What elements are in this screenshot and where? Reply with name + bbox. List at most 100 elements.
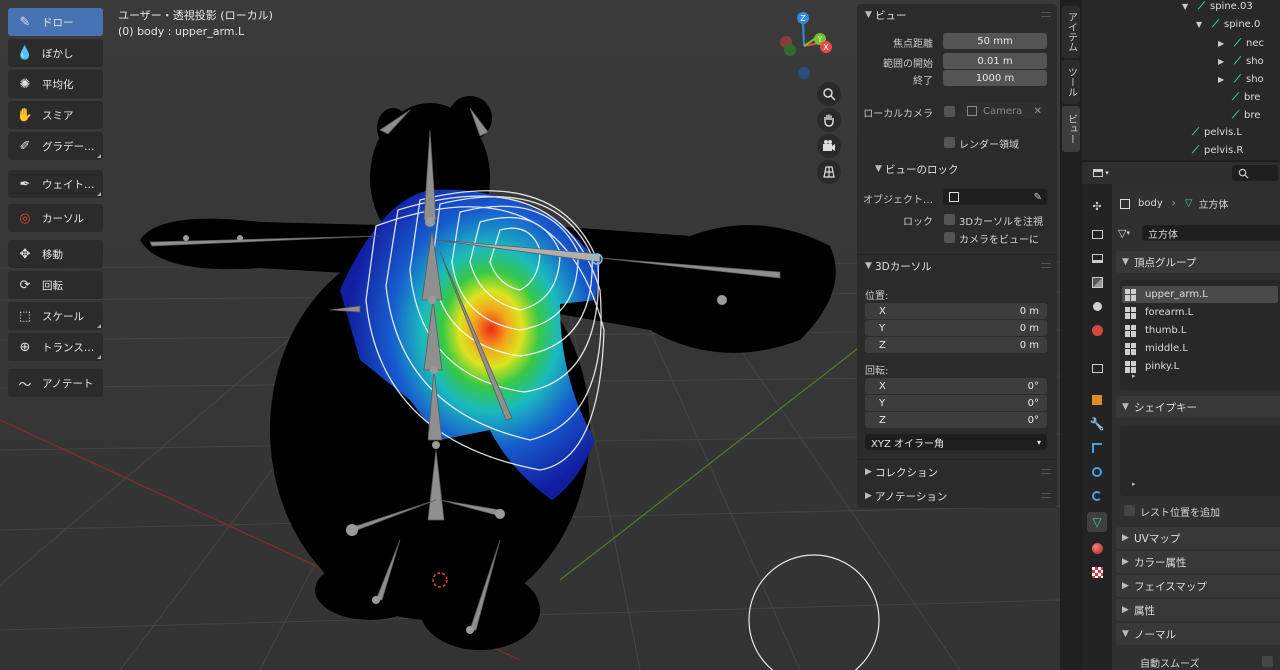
tab-object[interactable]: [1087, 390, 1107, 410]
tab-material[interactable]: [1087, 538, 1107, 558]
list-expand-icon[interactable]: ▸: [1132, 480, 1136, 488]
outliner-row[interactable]: ⟋ bre: [1232, 88, 1260, 106]
vertex-group-item[interactable]: forearm.L: [1122, 304, 1278, 321]
mesh-data-icon: ▽: [1092, 515, 1102, 529]
tool-0[interactable]: ✎ ドロー: [8, 8, 103, 36]
tool-7[interactable]: ✥ 移動: [8, 240, 103, 268]
tab-view-layer[interactable]: [1087, 272, 1107, 292]
add-rest-position-checkbox[interactable]: [1124, 505, 1135, 516]
shape-key-list[interactable]: ▸: [1120, 426, 1280, 496]
outliner-row[interactable]: ▶ ⟋ nec: [1218, 34, 1264, 52]
annotations-header[interactable]: ▶ アノテーション: [857, 485, 1057, 507]
tool-8[interactable]: ⟳ 回転: [8, 271, 103, 299]
cursor-y-field[interactable]: Y 0 m: [865, 320, 1047, 336]
3d-cursor-header[interactable]: ▼ 3Dカーソル: [857, 255, 1057, 277]
expand-down-icon[interactable]: ▼: [1196, 20, 1206, 29]
ortho-toggle-button[interactable]: [817, 160, 841, 184]
tool-5[interactable]: ✒ ウェイト…: [8, 170, 103, 198]
tab-physics[interactable]: [1087, 462, 1107, 482]
tab-modifiers[interactable]: 🔧: [1087, 414, 1107, 434]
tab-particles[interactable]: [1087, 438, 1107, 458]
tool-11[interactable]: 〜アノテート: [8, 369, 103, 397]
tab-data[interactable]: ▽: [1087, 512, 1107, 532]
outliner-row[interactable]: ▶ ⟋ sho: [1218, 52, 1264, 70]
zoom-button[interactable]: [817, 82, 841, 106]
camera-view-button[interactable]: [817, 134, 841, 158]
tab-tool-settings[interactable]: ✣: [1087, 196, 1107, 216]
rotation-mode-select[interactable]: XYZ オイラー角 ▾: [865, 434, 1047, 450]
mesh-data-name-field[interactable]: 立方体: [1142, 225, 1280, 241]
outliner-row[interactable]: ⟋ pelvis.R: [1192, 141, 1243, 159]
tab-texture[interactable]: [1087, 562, 1107, 582]
normals-header[interactable]: ▼ ノーマル: [1116, 623, 1280, 645]
eyedropper-icon[interactable]: ✎: [1034, 192, 1042, 203]
attributes-header[interactable]: ▶ 属性: [1116, 599, 1280, 621]
tool-9[interactable]: ⬚ スケール: [8, 302, 103, 330]
vertex-group-list[interactable]: upper_arm.L forearm.L thumb.L middle.L pinky…: [1120, 280, 1280, 390]
vertex-group-icon: [1125, 306, 1137, 319]
tool-1[interactable]: 💧 ぼかし: [8, 39, 103, 67]
camera-field[interactable]: Camera ✕: [961, 103, 1047, 119]
shape-keys-header[interactable]: ▼ シェイプキー: [1116, 396, 1280, 418]
view-section-header[interactable]: ▼ ビュー: [857, 4, 1057, 26]
vertex-group-item[interactable]: middle.L: [1122, 340, 1278, 357]
view-lock-header[interactable]: ▼ ビューのロック: [857, 158, 1057, 180]
lock-object-field[interactable]: ✎: [943, 189, 1047, 205]
local-camera-checkbox[interactable]: [944, 106, 955, 117]
tool-label: アノテート: [42, 377, 94, 390]
vertex-group-item[interactable]: thumb.L: [1122, 322, 1278, 339]
expand-down-icon[interactable]: ▼: [1182, 2, 1192, 11]
tab-collection[interactable]: [1087, 358, 1107, 378]
tool-10[interactable]: ⊕ トランス…: [8, 333, 103, 361]
tab-constraints[interactable]: [1087, 486, 1107, 506]
cursor-ry-field[interactable]: Y 0°: [865, 395, 1047, 411]
mesh-data-browse[interactable]: ▽ ▾: [1118, 225, 1140, 241]
list-expand-icon[interactable]: ▸: [1132, 372, 1136, 380]
cursor-rz-field[interactable]: Z 0°: [865, 412, 1047, 428]
cursor-z-field[interactable]: Z 0 m: [865, 337, 1047, 353]
focal-length-field[interactable]: 50 mm: [943, 33, 1047, 49]
tool-4[interactable]: ✐ グラデー…: [8, 132, 103, 160]
vertex-group-item[interactable]: pinky.L: [1122, 358, 1278, 375]
clip-end-field[interactable]: 1000 m: [943, 70, 1047, 86]
tab-output[interactable]: [1087, 248, 1107, 268]
outliner-row[interactable]: ▼ ⟋ spine.0: [1196, 15, 1260, 33]
tab-scene[interactable]: [1087, 296, 1107, 316]
z-label: Z: [879, 339, 886, 351]
expand-right-icon[interactable]: ▶: [1218, 39, 1228, 48]
collections-header[interactable]: ▶ コレクション: [857, 461, 1057, 483]
outliner-row[interactable]: ⟋ bre: [1232, 106, 1260, 124]
outliner-row[interactable]: ▼ ⟋ spine.03: [1182, 0, 1253, 15]
pan-button[interactable]: [817, 108, 841, 132]
vertex-groups-header[interactable]: ▼ 頂点グループ: [1116, 251, 1280, 273]
camera-to-view-checkbox[interactable]: [944, 232, 955, 243]
editor-type-button[interactable]: ▾: [1090, 166, 1112, 180]
outliner-label: spine.03: [1210, 0, 1253, 12]
vertex-group-item[interactable]: upper_arm.L: [1122, 286, 1278, 303]
render-region-checkbox[interactable]: [944, 137, 955, 148]
clear-icon[interactable]: ✕: [1034, 106, 1042, 117]
outliner-row[interactable]: ▶ ⟋ sho: [1218, 70, 1264, 88]
tab-view[interactable]: ビュー: [1062, 106, 1080, 152]
properties-search-input[interactable]: [1232, 165, 1278, 181]
tool-3[interactable]: ✋ スミア: [8, 101, 103, 129]
face-maps-header[interactable]: ▶ フェイスマップ: [1116, 575, 1280, 597]
tab-item[interactable]: アイテム: [1062, 6, 1080, 58]
expand-right-icon[interactable]: ▶: [1218, 57, 1228, 66]
tab-world[interactable]: [1087, 320, 1107, 340]
tool-2[interactable]: ✺ 平均化: [8, 70, 103, 98]
cursor-rx-field[interactable]: X 0°: [865, 378, 1047, 394]
expand-right-icon[interactable]: ▶: [1218, 75, 1228, 84]
color-attributes-header[interactable]: ▶ カラー属性: [1116, 551, 1280, 573]
outliner-label: pelvis.L: [1204, 126, 1242, 138]
uv-maps-header[interactable]: ▶ UVマップ: [1116, 527, 1280, 549]
outliner-row[interactable]: ⟋ pelvis.L: [1192, 123, 1242, 141]
lock-cursor-checkbox[interactable]: [944, 214, 955, 225]
tool-6[interactable]: ◎ カーソル: [8, 204, 103, 232]
auto-smooth-checkbox[interactable]: [1262, 656, 1273, 667]
tab-render[interactable]: [1087, 224, 1107, 244]
location-label: 位置:: [865, 291, 889, 302]
tab-tool[interactable]: ツール: [1062, 60, 1080, 104]
cursor-x-field[interactable]: X 0 m: [865, 303, 1047, 319]
clip-start-field[interactable]: 0.01 m: [943, 53, 1047, 69]
